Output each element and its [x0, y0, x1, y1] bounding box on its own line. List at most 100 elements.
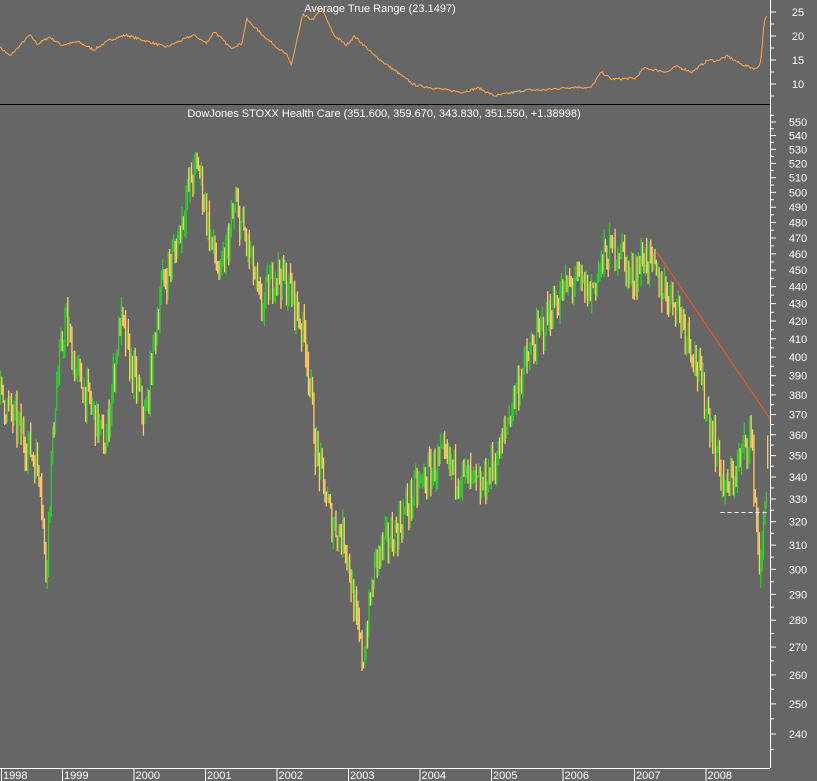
price-bar — [97, 403, 99, 443]
price-bar — [461, 460, 464, 501]
price-bar — [468, 465, 470, 490]
price-bar — [288, 273, 290, 307]
date-tick-label: 2000 — [136, 770, 160, 781]
price-bar — [450, 454, 453, 481]
date-tick-label: 2005 — [493, 770, 517, 781]
price-bar — [739, 448, 741, 468]
price-bar — [621, 232, 623, 260]
atr-tick-label: 25 — [792, 7, 804, 19]
price-bar — [229, 223, 231, 262]
price-bar — [567, 275, 569, 296]
price-bar — [68, 316, 70, 343]
price-bar — [397, 522, 399, 557]
price-bar — [646, 237, 648, 274]
price-bar — [463, 459, 465, 477]
price-bar — [327, 486, 329, 503]
price-bar — [593, 281, 596, 295]
price-bar — [283, 255, 285, 281]
price-bar — [603, 229, 605, 277]
price-bar — [6, 397, 8, 423]
price-bar — [2, 384, 4, 403]
price-tick-label: 350 — [789, 451, 807, 463]
price-bar — [86, 366, 88, 424]
price-bar — [533, 334, 535, 364]
price-bar — [578, 261, 580, 277]
price-bar — [390, 516, 392, 548]
price-bar — [745, 434, 747, 448]
price-bar — [426, 476, 428, 500]
price-bar — [485, 458, 487, 505]
price-bar — [166, 268, 168, 305]
price-bar — [384, 515, 387, 540]
price-bar — [673, 302, 675, 308]
atr-panel — [0, 7, 768, 97]
price-bar — [661, 271, 663, 313]
price-bar — [420, 475, 422, 484]
price-bar — [548, 300, 550, 331]
price-bar — [431, 467, 433, 489]
price-bar — [674, 302, 677, 327]
price-bar — [625, 256, 627, 287]
price-tick-label: 480 — [789, 217, 807, 229]
price-bar — [512, 386, 514, 422]
price-bar — [493, 461, 495, 480]
price-bar — [256, 262, 259, 292]
price-bar — [278, 259, 281, 285]
price-bar — [93, 400, 95, 420]
price-bar — [142, 406, 145, 436]
price-bar — [168, 249, 171, 277]
price-bar — [712, 420, 714, 454]
price-bar — [630, 251, 633, 287]
price-bar — [61, 331, 63, 352]
price-bar — [482, 476, 484, 491]
date-tick-label: 2001 — [207, 770, 231, 781]
date-tick-label: 1999 — [64, 770, 88, 781]
price-bar — [498, 437, 501, 459]
price-bar — [199, 165, 201, 179]
price-bar — [212, 229, 215, 254]
price-bar — [72, 350, 74, 376]
price-tick-label: 320 — [789, 517, 807, 529]
price-bar — [408, 503, 410, 531]
price-bar — [607, 258, 609, 277]
price-bar — [353, 578, 355, 622]
price-bar — [574, 266, 576, 297]
price-bar — [611, 235, 613, 253]
price-bar — [340, 523, 343, 555]
price-bar — [276, 278, 278, 296]
price-bar — [9, 396, 11, 406]
price-bar — [511, 402, 513, 427]
price-bar — [648, 241, 651, 287]
price-bar — [377, 544, 380, 576]
price-bar — [454, 444, 457, 500]
price-bar — [300, 323, 303, 352]
price-bar — [387, 522, 389, 564]
price-bar — [432, 451, 435, 486]
price-bar — [584, 271, 586, 304]
price-bar — [122, 306, 124, 327]
price-bar — [254, 266, 256, 280]
price-bar — [443, 431, 446, 459]
price-bar — [78, 354, 80, 376]
price-bar — [30, 422, 32, 458]
price-bar — [628, 260, 630, 289]
price-bar — [321, 448, 323, 469]
price-bar — [663, 266, 666, 299]
price-bar — [255, 266, 257, 291]
price-bar — [685, 335, 688, 357]
price-bar — [223, 247, 226, 273]
price-bar — [500, 433, 502, 459]
price-bar — [221, 251, 223, 276]
price-tick-label: 450 — [789, 265, 807, 277]
price-bar — [233, 204, 235, 230]
price-bar — [644, 246, 646, 277]
price-bar — [303, 304, 305, 343]
price-bar — [295, 294, 297, 335]
price-bar — [285, 262, 288, 306]
price-bar — [357, 600, 359, 630]
price-bar — [654, 248, 656, 265]
price-bar — [137, 375, 139, 403]
price-bar — [398, 500, 400, 550]
price-bar — [563, 280, 565, 301]
price-bar — [203, 194, 205, 213]
